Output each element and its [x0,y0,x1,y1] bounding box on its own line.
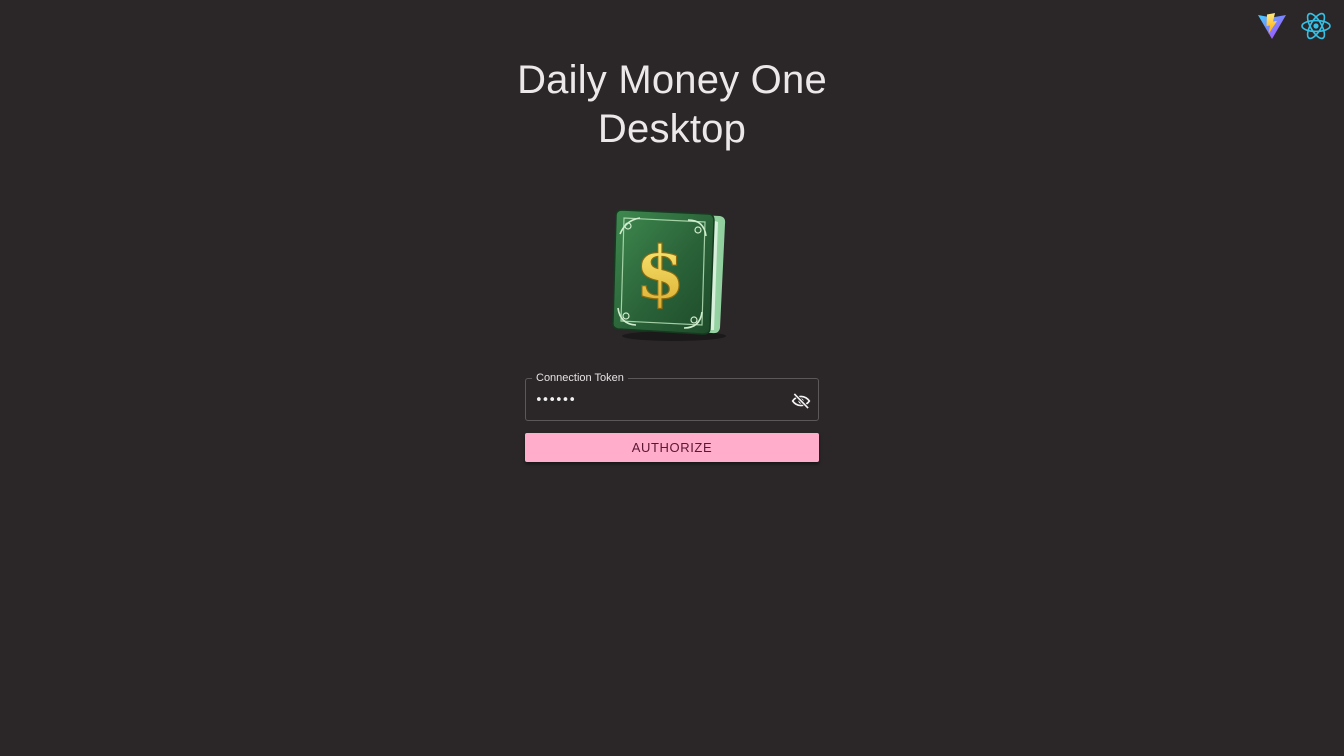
page-title: Daily Money One Desktop [0,56,1344,154]
vite-logo-icon[interactable] [1256,10,1288,42]
connection-token-input[interactable] [535,390,775,410]
authorize-button[interactable]: AUTHORIZE [525,433,819,462]
top-right-icons [1256,10,1332,42]
title-line-1: Daily Money One [517,58,827,102]
login-page: Daily Money One Desktop $ Connection Tok… [0,0,1344,756]
dollar-symbol: $ [635,230,685,315]
connection-token-label: Connection Token [532,372,628,385]
react-logo-icon[interactable] [1300,10,1332,42]
eye-off-icon[interactable] [790,390,812,412]
title-line-2: Desktop [597,107,747,151]
connection-token-field: Connection Token [525,372,819,421]
money-book-icon: $ [608,204,734,344]
